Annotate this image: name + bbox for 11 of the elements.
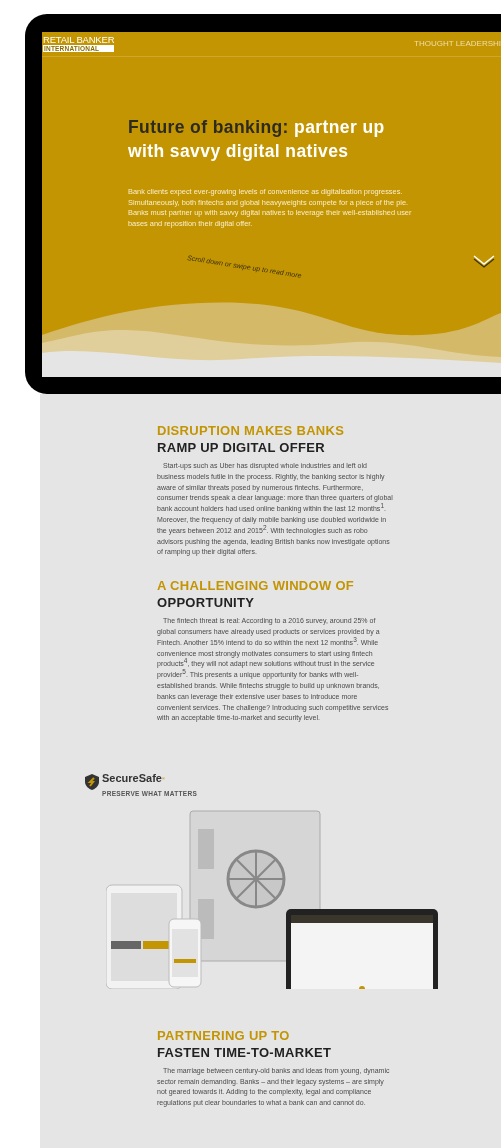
section-heading: PARTNERING UP TO [157,1026,291,1044]
hero-title: Future of banking: partner up with savvy digital natives [128,116,386,163]
logo-wordmark[interactable]: RETAIL BANKER [43,35,115,45]
section-heading: A CHALLENGING WINDOW OF [157,577,356,595]
nav-link[interactable]: THOUGHT LEADERSHI [414,35,501,56]
shield-icon [85,774,99,790]
chevron-down-icon[interactable] [473,253,495,268]
section-heading: DISRUPTION MAKES BANKS [157,422,346,439]
section-heading: FASTEN TIME-TO-MARKET [157,1043,333,1061]
section-heading: OPPORTUNITY [157,594,256,612]
section-heading: RAMP UP DIGITAL OFFER [157,439,326,456]
